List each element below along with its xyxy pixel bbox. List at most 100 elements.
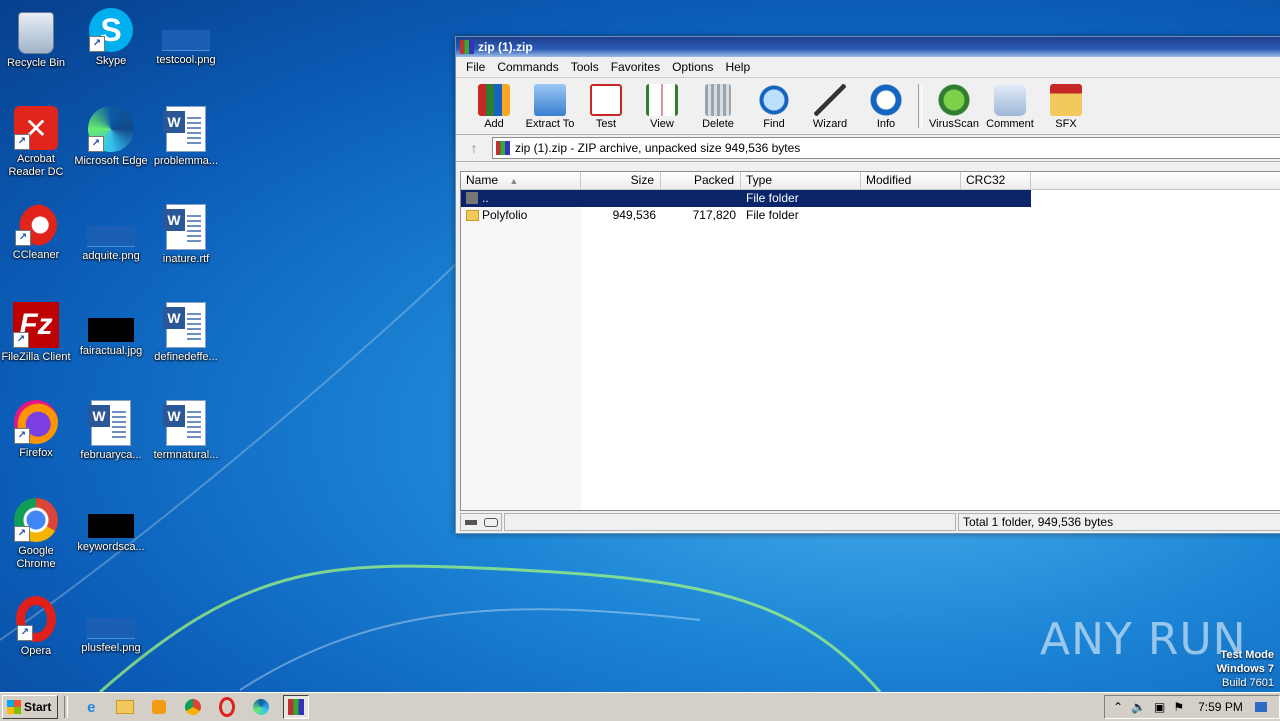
opera-taskbar-icon[interactable] bbox=[215, 696, 239, 718]
internet-explorer-icon[interactable]: e bbox=[79, 696, 103, 718]
desktop-icon-definedeffe[interactable]: definedeffe... bbox=[148, 298, 224, 364]
desktop-icon-ccleaner[interactable]: ↗ CCleaner bbox=[0, 200, 74, 262]
wizard-button[interactable]: Wizard bbox=[802, 78, 858, 134]
desktop-icon-chrome[interactable]: ↗ Google Chrome bbox=[0, 494, 74, 571]
taskbar-separator bbox=[64, 696, 69, 718]
explorer-folder-icon[interactable] bbox=[113, 696, 137, 718]
add-button[interactable]: Add bbox=[466, 78, 522, 134]
toolbar-label: Wizard bbox=[812, 118, 848, 130]
winrar-taskbar-button[interactable] bbox=[283, 695, 310, 719]
desktop-icon-fairactual[interactable]: fairactual.jpg bbox=[73, 298, 149, 358]
image-thumbnail-icon bbox=[88, 318, 134, 342]
action-center-flag-icon[interactable]: ⚑ bbox=[1173, 700, 1184, 714]
desktop-icon-acrobat[interactable]: ✕ ↗ Acrobat Reader DC bbox=[0, 102, 74, 179]
desktop-icon-problemma[interactable]: problemma... bbox=[148, 102, 224, 168]
extract-to-button[interactable]: Extract To bbox=[522, 78, 578, 134]
network-icon[interactable]: ▣ bbox=[1154, 700, 1165, 714]
chrome-taskbar-icon[interactable] bbox=[181, 696, 205, 718]
info-button[interactable]: Info bbox=[858, 78, 914, 134]
desktop-icon-firefox[interactable]: ↗ Firefox bbox=[0, 396, 74, 460]
window-title: zip (1).zip bbox=[478, 40, 533, 54]
word-document-icon bbox=[163, 302, 206, 348]
show-hidden-icons-icon[interactable]: ⌃ bbox=[1113, 700, 1123, 714]
desktop-icon-label: Acrobat Reader DC bbox=[8, 153, 64, 178]
column-header-name[interactable]: Name ▲ bbox=[461, 172, 581, 189]
desktop-icon-keywordsca[interactable]: keywordsca... bbox=[73, 494, 149, 554]
desktop-icon-skype[interactable]: S ↗ Skype bbox=[73, 4, 149, 68]
folder-extract-icon bbox=[534, 84, 566, 116]
column-header-packed[interactable]: Packed bbox=[661, 172, 741, 189]
find-button[interactable]: Find bbox=[746, 78, 802, 134]
menu-options[interactable]: Options bbox=[666, 60, 719, 74]
windows-test-mode-watermark: Test Mode Windows 7 Build 7601 bbox=[1217, 648, 1274, 690]
anyrun-logo: ANY RUN bbox=[1040, 614, 1247, 665]
address-bar: ↑ zip (1).zip - ZIP archive, unpacked si… bbox=[456, 135, 1280, 162]
desktop-icon-label: testcool.png bbox=[156, 54, 216, 66]
column-header-modified[interactable]: Modified bbox=[861, 172, 961, 189]
sfx-box-icon bbox=[1050, 84, 1082, 116]
shortcut-arrow-icon: ↗ bbox=[15, 230, 31, 246]
desktop-icon-label: fairactual.jpg bbox=[79, 345, 143, 357]
comment-button[interactable]: Comment bbox=[982, 78, 1038, 134]
file-list[interactable]: Name ▲ Size Packed Type Modified CRC32 .… bbox=[460, 171, 1280, 511]
toolbar-label: Test bbox=[595, 118, 617, 130]
shortcut-arrow-icon: ↗ bbox=[17, 625, 33, 641]
drive-icon[interactable] bbox=[464, 519, 477, 525]
start-button[interactable]: Start bbox=[2, 695, 59, 719]
sfx-button[interactable]: SFX bbox=[1038, 78, 1094, 134]
watermark-line: Windows 7 bbox=[1216, 663, 1274, 675]
toolbar: Add Extract To Test View Delete Find Wiz… bbox=[456, 77, 1280, 135]
desktop-icon-termnatural[interactable]: termnatural... bbox=[148, 396, 224, 462]
chrome-icon: ↗ bbox=[14, 498, 58, 542]
column-header-size[interactable]: Size bbox=[581, 172, 661, 189]
edge-taskbar-icon[interactable] bbox=[249, 696, 273, 718]
menu-commands[interactable]: Commands bbox=[491, 60, 564, 74]
clipboard-check-icon bbox=[590, 84, 622, 116]
delete-button[interactable]: Delete bbox=[690, 78, 746, 134]
watermark-line: Build 7601 bbox=[1222, 677, 1274, 689]
test-button[interactable]: Test bbox=[578, 78, 634, 134]
desktop-icon-februaryca[interactable]: februaryca... bbox=[73, 396, 149, 462]
trash-icon bbox=[705, 84, 731, 116]
table-row[interactable]: .. File folder bbox=[461, 190, 1031, 207]
view-button[interactable]: View bbox=[634, 78, 690, 134]
desktop-icon-inature[interactable]: inature.rtf bbox=[148, 200, 224, 266]
desktop-icon-edge[interactable]: ↗ Microsoft Edge bbox=[73, 102, 149, 168]
menu-tools[interactable]: Tools bbox=[565, 60, 605, 74]
desktop-icon-plusfeel[interactable]: plusfeel.png bbox=[73, 592, 149, 655]
desktop-icon-recycle-bin[interactable]: Recycle Bin bbox=[0, 4, 74, 70]
toolbar-label: VirusScan bbox=[929, 118, 979, 130]
row-name: .. bbox=[461, 190, 581, 207]
menu-favorites[interactable]: Favorites bbox=[605, 60, 666, 74]
menu-help[interactable]: Help bbox=[719, 60, 756, 74]
menu-file[interactable]: File bbox=[460, 60, 491, 74]
row-size bbox=[581, 190, 661, 207]
row-name: Polyfolio bbox=[461, 207, 581, 224]
media-player-icon[interactable] bbox=[147, 696, 171, 718]
virusscan-button[interactable]: VirusScan bbox=[926, 78, 982, 134]
desktop-icon-label: Recycle Bin bbox=[6, 57, 66, 69]
column-header-crc32[interactable]: CRC32 bbox=[961, 172, 1031, 189]
key-icon[interactable] bbox=[483, 517, 498, 527]
address-field[interactable]: zip (1).zip - ZIP archive, unpacked size… bbox=[492, 137, 1280, 159]
clock[interactable]: 7:59 PM bbox=[1198, 700, 1243, 714]
open-book-icon bbox=[646, 84, 678, 116]
up-arrow-icon[interactable]: ↑ bbox=[456, 140, 492, 156]
desktop-icon-filezilla[interactable]: Fz ↗ FileZilla Client bbox=[0, 298, 74, 364]
status-text: Total 1 folder, 949,536 bytes bbox=[958, 513, 1280, 531]
word-document-icon bbox=[163, 106, 206, 152]
desktop-icon-adquite[interactable]: adquite.png bbox=[73, 200, 149, 263]
ccleaner-icon: ↗ bbox=[15, 204, 57, 246]
desktop-icon-testcool[interactable]: testcool.png bbox=[148, 4, 224, 67]
desktop-icon-label: plusfeel.png bbox=[81, 642, 141, 654]
winrar-icon bbox=[460, 40, 474, 54]
table-row[interactable]: Polyfolio 949,536 717,820 File folder bbox=[461, 207, 1280, 224]
winrar-icon bbox=[496, 141, 510, 155]
winrar-window[interactable]: zip (1).zip File Commands Tools Favorites Op… bbox=[455, 36, 1280, 534]
volume-icon[interactable]: 🔈 bbox=[1131, 700, 1146, 714]
desktop-icon-opera[interactable]: ↗ Opera bbox=[0, 592, 74, 658]
window-titlebar[interactable]: zip (1).zip bbox=[456, 37, 1280, 57]
show-desktop-icon[interactable] bbox=[1254, 702, 1267, 712]
column-header-type[interactable]: Type bbox=[741, 172, 861, 189]
row-modified bbox=[861, 207, 961, 224]
